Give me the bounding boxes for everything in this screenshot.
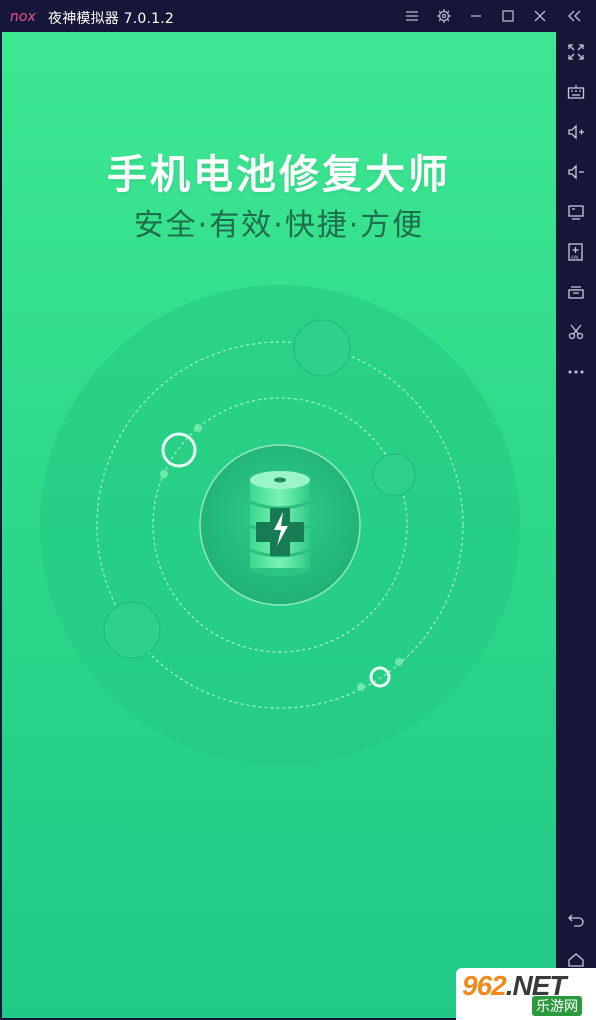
watermark-number: 962 (462, 970, 507, 1001)
glow-dot (194, 424, 202, 432)
menu-icon[interactable] (402, 6, 422, 26)
bubble (103, 601, 161, 659)
battery-stack-icon (249, 471, 311, 576)
glow-dot (357, 683, 365, 691)
apk-install-icon[interactable]: APK (564, 240, 588, 264)
scissors-icon[interactable] (564, 320, 588, 344)
glow-dot (160, 470, 168, 478)
multi-instance-icon[interactable] (564, 280, 588, 304)
collapse-sidebar-icon[interactable] (564, 6, 584, 26)
svg-text:APK: APK (571, 255, 579, 260)
volume-up-icon[interactable] (564, 120, 588, 144)
gear-icon[interactable] (434, 6, 454, 26)
maximize-icon[interactable] (498, 6, 518, 26)
app-headline: 手机电池修复大师 (107, 152, 451, 198)
emulator-window: nox 夜神模拟器 7.0.1.2 手机电池修复大师 安全·有效·快捷·方便 A… (0, 0, 596, 1020)
bubble (293, 319, 351, 377)
volume-down-icon[interactable] (564, 160, 588, 184)
title-bar: nox 夜神模拟器 7.0.1.2 (0, 0, 596, 32)
app-tagline: 安全·有效·快捷·方便 (133, 208, 425, 243)
nox-logo: nox (10, 9, 36, 24)
keyboard-icon[interactable] (564, 80, 588, 104)
close-icon[interactable] (530, 6, 550, 26)
emulator-sidebar: APK (556, 32, 596, 1020)
bubble (372, 453, 416, 497)
back-icon[interactable] (564, 908, 588, 932)
site-watermark: 962.NET 乐游网 (456, 968, 596, 1020)
minimize-icon[interactable] (466, 6, 486, 26)
screen-icon[interactable] (564, 200, 588, 224)
app-title: 夜神模拟器 7.0.1.2 (48, 11, 175, 27)
glow-dot (395, 658, 403, 666)
more-icon[interactable] (564, 360, 588, 384)
fullscreen-icon[interactable] (564, 40, 588, 64)
app-splash-screen: 手机电池修复大师 安全·有效·快捷·方便 (2, 32, 556, 1018)
watermark-site-name: 乐游网 (532, 996, 582, 1016)
svg-text:nox: nox (10, 9, 36, 24)
